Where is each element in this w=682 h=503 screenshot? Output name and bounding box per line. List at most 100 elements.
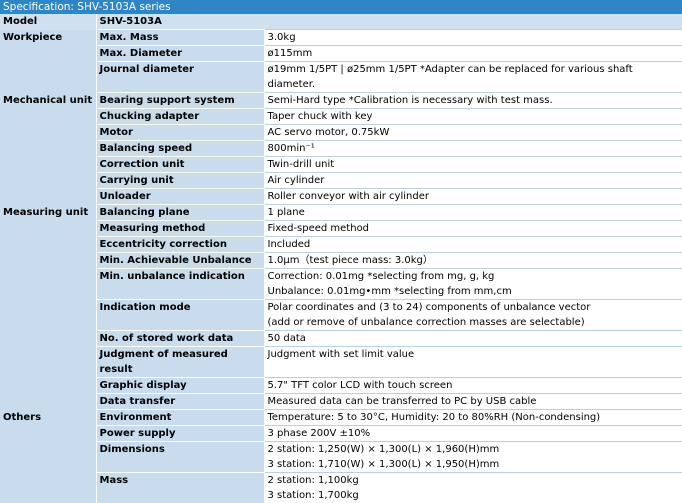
spec-value-line: 1 plane [268,205,680,220]
spec-value-line: Correction: 0.01mg *selecting from mg, g… [268,269,680,284]
header-model-label: Model [0,14,96,30]
spec-item-label: No. of stored work data [96,331,264,347]
header-model-value: SHV-5103A [96,14,682,30]
spec-value-line: 3.0kg [268,30,680,45]
spec-item-label: Max. Diameter [96,46,264,62]
spec-item-value: Judgment with set limit value [264,347,682,378]
spec-item-label: Motor [96,125,264,141]
spec-item-value: Polar coordinates and (3 to 24) componen… [264,300,682,331]
spec-value-line: ø115mm [268,46,680,61]
spec-item-label: Measuring method [96,221,264,237]
category-label: Others [0,410,96,503]
category-label: Mechanical unit [0,93,96,205]
spec-row: Max. Diameter ø115mm [0,46,682,62]
category-label: Measuring unit [0,205,96,410]
spec-item-value: 1 plane [264,205,682,221]
spec-item-label: Mass [96,473,264,503]
spec-row: Graphic display 5.7" TFT color LCD with t… [0,378,682,394]
spec-item-value: Temperature: 5 to 30°C, Humidity: 20 to … [264,410,682,426]
spec-item-value: 5.7" TFT color LCD with touch screen [264,378,682,394]
spec-row: WorkpieceMax. Mass3.0kg [0,30,682,46]
spec-row: Motor AC servo motor, 0.75kW [0,125,682,141]
spec-row: Measuring unitBalancing plane1 plane [0,205,682,221]
spec-item-label: Indication mode [96,300,264,331]
spec-value-line: 50 data [268,331,680,346]
spec-value-line: Fixed-speed method [268,221,680,236]
spec-item-value: Twin-drill unit [264,157,682,173]
spec-item-value: 2 station: 1,250(W) × 1,300(L) × 1,960(H… [264,442,682,473]
spec-value-line: Temperature: 5 to 30°C, Humidity: 20 to … [268,410,680,425]
spec-item-label: Carrying unit [96,173,264,189]
spec-item-value: 800min⁻¹ [264,141,682,157]
spec-item-label: Max. Mass [96,30,264,46]
spec-item-value: 1.0μm（test piece mass: 3.0kg） [264,253,682,269]
spec-row: Min. unbalance indicationCorrection: 0.0… [0,269,682,300]
spec-item-label: Graphic display [96,378,264,394]
spec-value-line: Air cylinder [268,173,680,188]
spec-item-label: Journal diameter [96,62,264,93]
spec-value-line: Measured data can be transferred to PC b… [268,394,680,409]
spec-value-line: 3 station: 1,700kg [268,488,680,503]
spec-value-line: 5.7" TFT color LCD with touch screen [268,378,680,393]
spec-row: Data transfer Measured data can be transf… [0,394,682,410]
spec-value-line: 3 phase 200V ±10% [268,426,680,441]
spec-value-line: AC servo motor, 0.75kW [268,125,680,140]
spec-item-value: Fixed-speed method [264,221,682,237]
spec-item-value: Roller conveyor with air cylinder [264,189,682,205]
spec-value-line: 1.0μm（test piece mass: 3.0kg） [268,253,680,268]
spec-value-line: Semi-Hard type *Calibration is necessary… [268,93,680,108]
spec-item-value: Measured data can be transferred to PC b… [264,394,682,410]
spec-table: Model SHV-5103A WorkpieceMax. Mass3.0kgM… [0,14,682,503]
spec-row: Chucking adapter Taper chuck with key [0,109,682,125]
spec-item-label: Unloader [96,189,264,205]
spec-item-value: 50 data [264,331,682,347]
spec-value-line: Polar coordinates and (3 to 24) componen… [268,300,680,315]
spec-item-label: Balancing plane [96,205,264,221]
spec-row: Judgment of measured result Judgment with… [0,347,682,378]
spec-item-value: 2 station: 1,100kg3 station: 1,700kg [264,473,682,503]
spec-row: Min. Achievable Unbalance 1.0μm（test piec… [0,253,682,269]
spec-value-line: Roller conveyor with air cylinder [268,189,680,204]
spec-value-line: 2 station: 1,100kg [268,473,680,488]
category-label: Workpiece [0,30,96,93]
spec-item-label: Min. Achievable Unbalance [96,253,264,269]
spec-value-line: Included [268,237,680,252]
spec-item-value: Correction: 0.01mg *selecting from mg, g… [264,269,682,300]
spec-item-value: ø115mm [264,46,682,62]
spec-item-value: 3.0kg [264,30,682,46]
spec-value-line: 3 station: 1,710(W) × 1,300(L) × 1,950(H… [268,457,680,472]
spec-item-value: AC servo motor, 0.75kW [264,125,682,141]
spec-item-label: Balancing speed [96,141,264,157]
spec-item-label: Dimensions [96,442,264,473]
spec-row: Unloader Roller conveyor with air cylinde… [0,189,682,205]
spec-value-line: Unbalance: 0.01mg•mm *selecting from mm,… [268,284,680,299]
spec-row: Measuring method Fixed-speed method [0,221,682,237]
spec-row: Power supply3 phase 200V ±10% [0,426,682,442]
spec-row: No. of stored work data 50 data [0,331,682,347]
spec-row: Indication mode Polar coordinates and (3 … [0,300,682,331]
spec-item-label: Environment [96,410,264,426]
spec-table-container: Specification: SHV-5103A series Model SH… [0,0,682,503]
spec-item-label: Judgment of measured result [96,347,264,378]
spec-item-label: Bearing support system [96,93,264,109]
spec-item-value: Included [264,237,682,253]
spec-row: Balancing speed 800min⁻¹ [0,141,682,157]
spec-value-line: Twin-drill unit [268,157,680,172]
spec-item-value: Semi-Hard type *Calibration is necessary… [264,93,682,109]
spec-row: Mechanical unitBearing support systemSem… [0,93,682,109]
spec-row: Eccentricity correction Included [0,237,682,253]
spec-value-line: ø19mm 1/5PT | ø25mm 1/5PT *Adapter can b… [268,62,680,92]
spec-value-line: Judgment with set limit value [268,347,680,362]
header-row: Model SHV-5103A [0,14,682,30]
spec-item-label: Correction unit [96,157,264,173]
spec-item-value: 3 phase 200V ±10% [264,426,682,442]
spec-value-line: 800min⁻¹ [268,141,680,156]
spec-value-line: 2 station: 1,250(W) × 1,300(L) × 1,960(H… [268,442,680,457]
spec-item-label: Eccentricity correction [96,237,264,253]
spec-item-label: Chucking adapter [96,109,264,125]
spec-value-line: Taper chuck with key [268,109,680,124]
spec-row: Carrying unit Air cylinder [0,173,682,189]
spec-item-value: ø19mm 1/5PT | ø25mm 1/5PT *Adapter can b… [264,62,682,93]
spec-item-value: Air cylinder [264,173,682,189]
spec-item-label: Data transfer [96,394,264,410]
